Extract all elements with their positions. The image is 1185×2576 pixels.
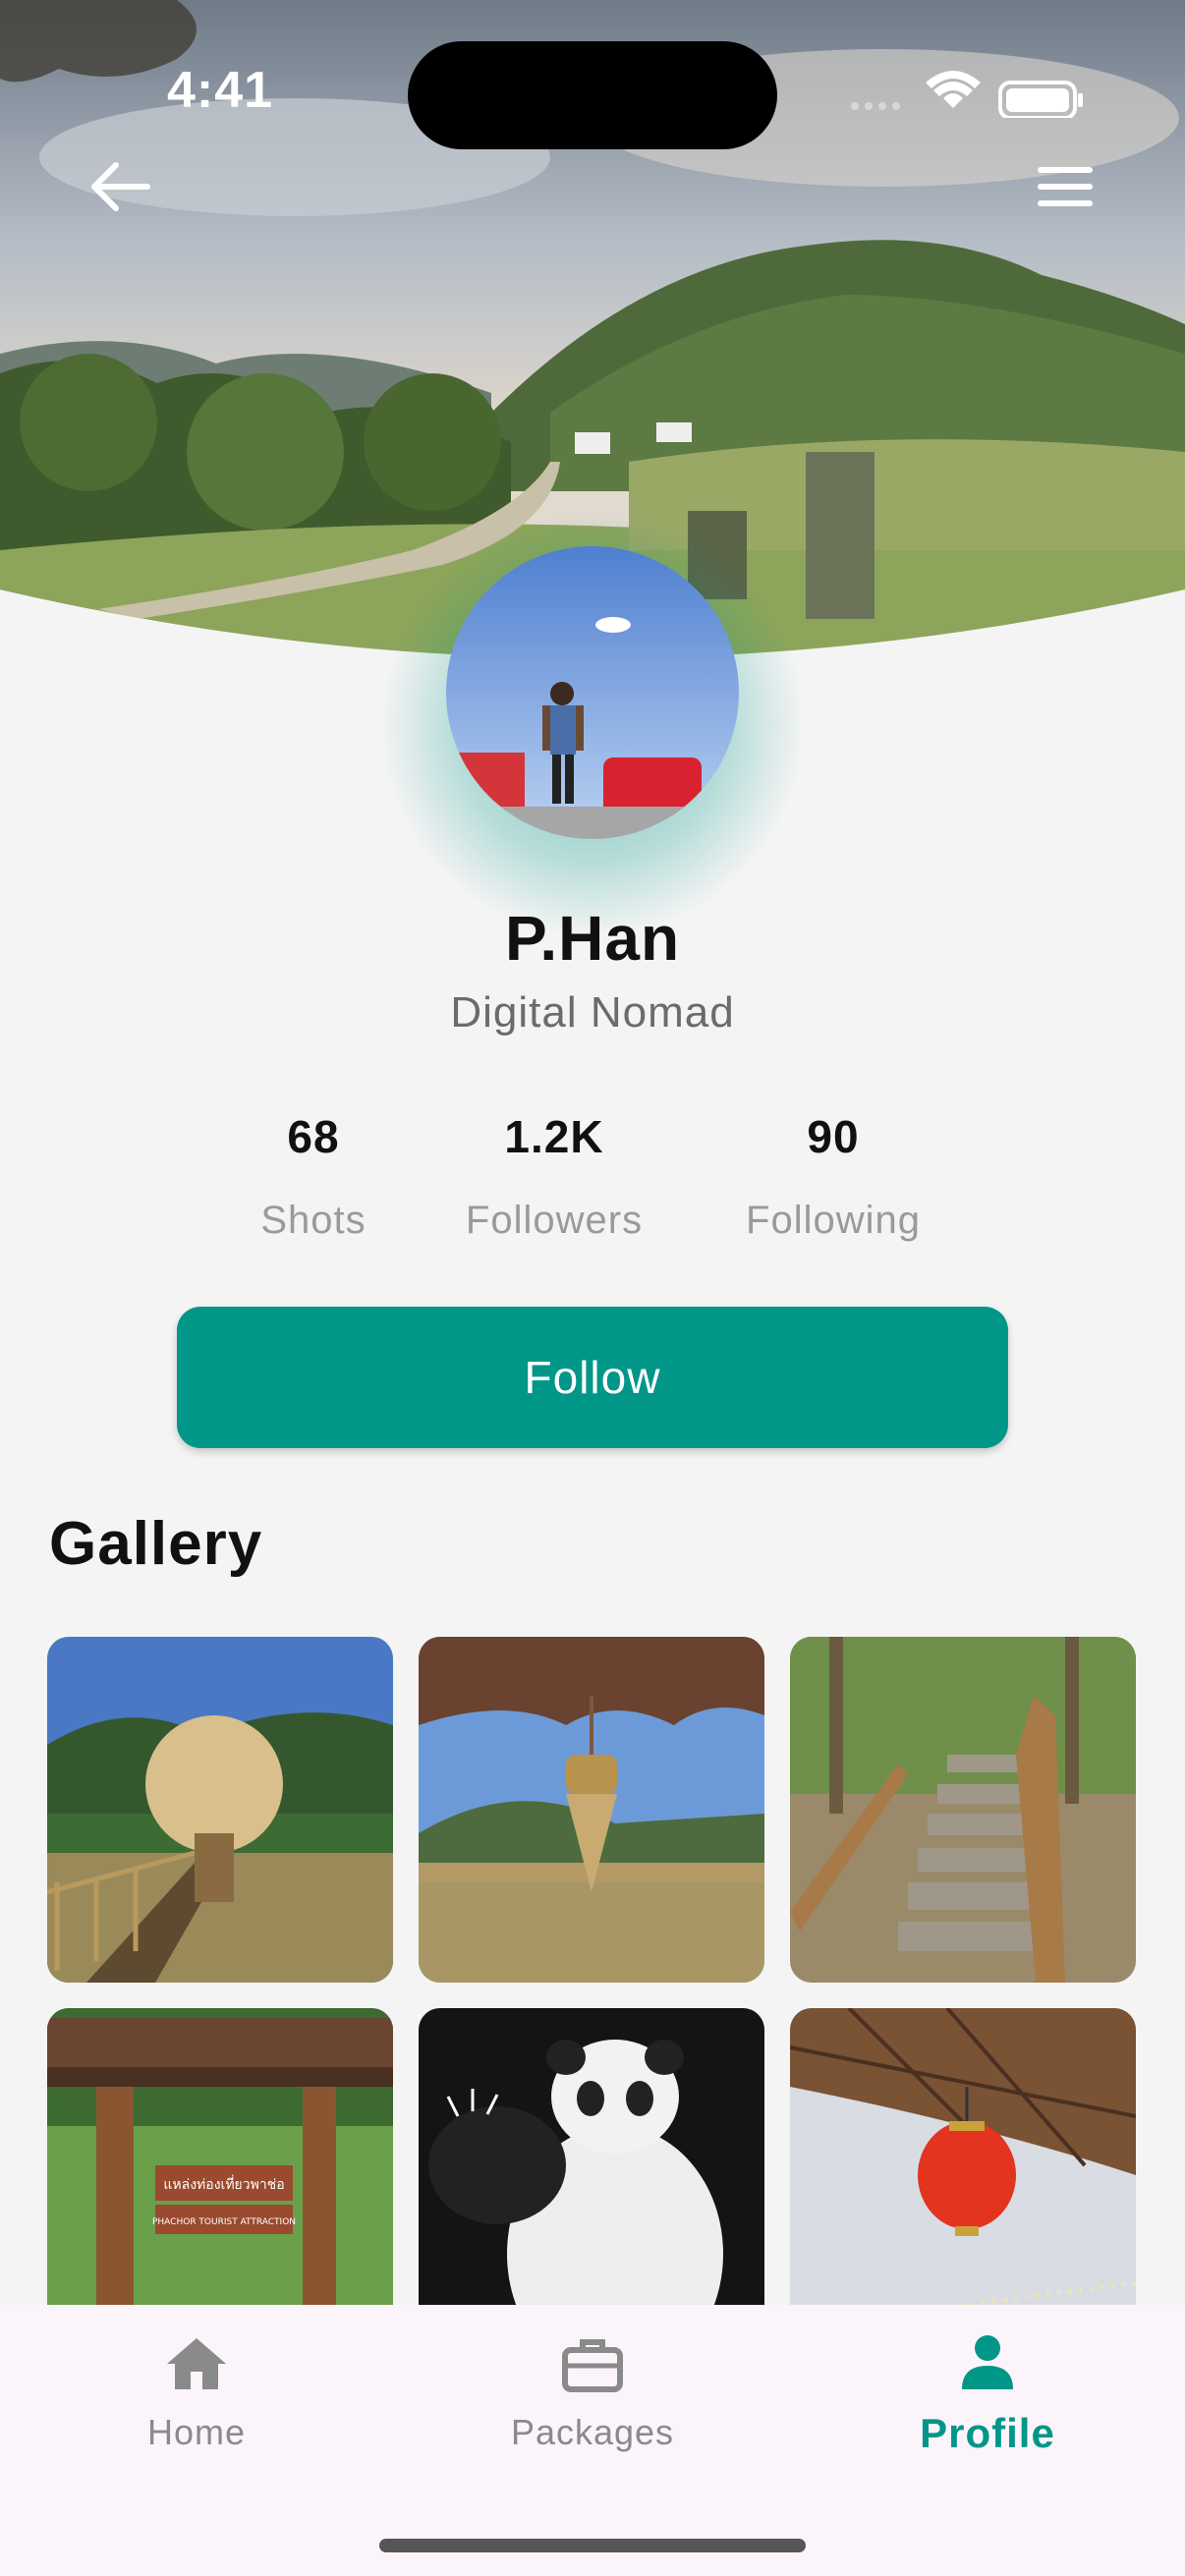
stat-value: 1.2K <box>504 1111 604 1162</box>
menu-icon <box>1038 167 1093 206</box>
stat-shots[interactable]: 68 Shots <box>215 1110 412 1243</box>
stat-following[interactable]: 90 Following <box>715 1110 951 1243</box>
gallery-title: Gallery <box>49 1510 263 1578</box>
stat-label: Shots <box>260 1199 367 1242</box>
battery-icon <box>998 81 1083 118</box>
avatar[interactable] <box>446 546 739 839</box>
nav-label: Packages <box>510 2412 675 2452</box>
gallery-photo-red-lantern[interactable] <box>790 2008 1136 2354</box>
gallery-photo-dried-flower-bridge[interactable] <box>47 1637 393 1983</box>
nav-home[interactable]: Home <box>49 2305 344 2453</box>
gallery-photo-panda-lantern[interactable] <box>419 2008 764 2354</box>
wifi-icon <box>926 71 981 108</box>
stat-value: 68 <box>287 1111 340 1162</box>
arrow-left-icon <box>91 162 150 211</box>
stat-label: Following <box>746 1199 921 1242</box>
status-time: 4:41 <box>167 62 274 119</box>
dynamic-island <box>408 41 777 149</box>
stat-followers[interactable]: 1.2K Followers <box>436 1110 672 1243</box>
sign-text-thai: แหล่งท่องเที่ยวพาช่อ <box>163 2175 284 2193</box>
gallery-photo-hanging-ornament-field[interactable] <box>419 1637 764 1983</box>
home-indicator <box>379 2539 806 2552</box>
bottom-nav: Home Packages Profile <box>0 2305 1185 2576</box>
follow-button[interactable]: Follow <box>177 1307 1008 1448</box>
nav-packages[interactable]: Packages <box>445 2305 740 2453</box>
stat-value: 90 <box>807 1111 860 1162</box>
sign-text-english: PHACHOR TOURIST ATTRACTION <box>152 2217 296 2227</box>
person-icon <box>962 2335 1013 2389</box>
gallery-photo-attraction-sign-pavilion[interactable]: แหล่งท่องเที่ยวพาช่อ PHACHOR TOURIST ATT… <box>47 2008 393 2354</box>
nav-label: Home <box>146 2412 247 2452</box>
nav-label: Profile <box>920 2410 1055 2456</box>
nav-profile[interactable]: Profile <box>840 2305 1135 2457</box>
stat-label: Followers <box>465 1199 644 1242</box>
profile-role: Digital Nomad <box>450 988 735 1036</box>
gallery-photo-wooden-stairs[interactable] <box>790 1637 1136 1983</box>
home-icon <box>167 2338 226 2389</box>
profile-name: P.Han <box>504 903 681 974</box>
signal-icon <box>851 102 900 110</box>
briefcase-icon <box>562 2339 623 2392</box>
